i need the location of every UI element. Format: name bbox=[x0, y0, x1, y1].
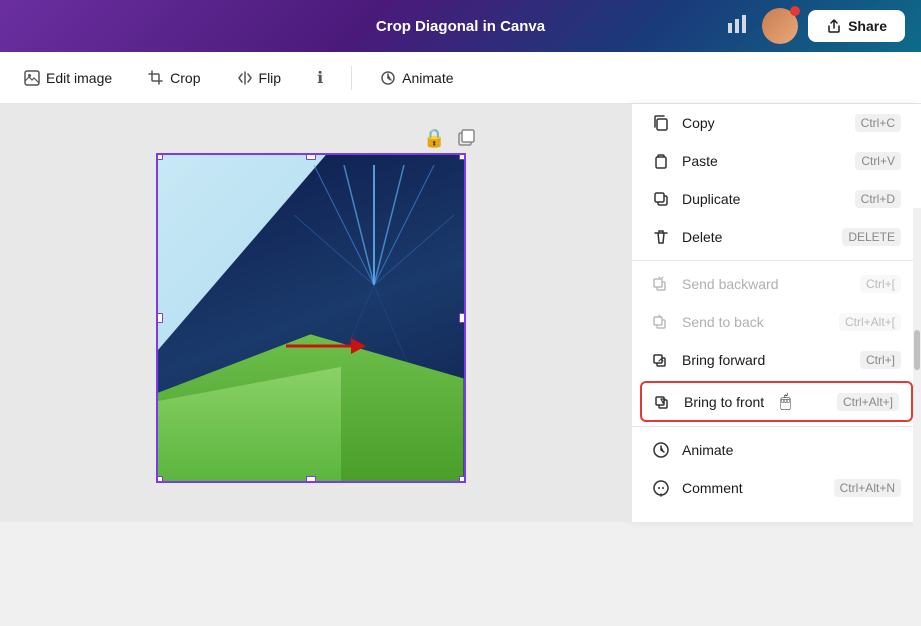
menu-item-bring-to-front-left: Bring to front 🖱 bbox=[654, 391, 791, 412]
menu-item-duplicate[interactable]: Duplicate Ctrl+D bbox=[632, 180, 921, 218]
cursor-hand: 🖱 bbox=[780, 391, 791, 412]
menu-item-send-to-back: Send to back Ctrl+Alt+[ bbox=[632, 303, 921, 341]
scrollbar-track bbox=[913, 208, 921, 626]
canvas-icons: 🔒 bbox=[423, 128, 475, 153]
menu-item-send-backward-shortcut: Ctrl+[ bbox=[860, 275, 901, 293]
handle-bl[interactable] bbox=[156, 476, 163, 483]
menu-item-copy-shortcut: Ctrl+C bbox=[855, 114, 901, 132]
menu-item-bring-forward-left: Bring forward bbox=[652, 351, 765, 369]
menu-item-bring-forward-shortcut: Ctrl+] bbox=[860, 351, 901, 369]
menu-item-animate-left: Animate bbox=[652, 441, 733, 459]
handle-tr[interactable] bbox=[459, 153, 466, 160]
menu-item-send-to-back-left: Send to back bbox=[652, 313, 764, 331]
toolbar-flip[interactable]: Flip bbox=[229, 64, 290, 92]
handle-mr[interactable] bbox=[459, 313, 466, 323]
handle-tm[interactable] bbox=[306, 153, 316, 160]
menu-item-send-backward: Send backward Ctrl+[ bbox=[632, 265, 921, 303]
bring-to-front-icon bbox=[654, 393, 672, 411]
delete-icon bbox=[652, 228, 670, 246]
crop-icon bbox=[148, 70, 164, 86]
menu-item-delete-left: Delete bbox=[652, 228, 722, 246]
context-menu: Copy Ctrl+C Paste Ctrl+V bbox=[631, 104, 921, 522]
share-button[interactable]: Share bbox=[808, 10, 905, 42]
animate-label: Animate bbox=[402, 70, 453, 86]
menu-item-bring-to-front[interactable]: Bring to front 🖱 Ctrl+Alt+] bbox=[642, 383, 911, 420]
menu-item-bring-to-front-label: Bring to front bbox=[684, 394, 764, 410]
flip-label: Flip bbox=[259, 70, 282, 86]
copy-layers-icon[interactable] bbox=[456, 128, 476, 153]
crop-label: Crop bbox=[170, 70, 200, 86]
menu-item-animate[interactable]: Animate bbox=[632, 431, 921, 469]
menu-divider-1 bbox=[632, 260, 921, 261]
menu-item-paste-label: Paste bbox=[682, 153, 718, 169]
menu-item-delete[interactable]: Delete DELETE bbox=[632, 218, 921, 256]
topbar-title: Crop Diagonal in Canva bbox=[376, 18, 545, 35]
comment-icon bbox=[652, 479, 670, 497]
topbar-right: Share bbox=[722, 8, 905, 44]
lock-icon[interactable]: 🔒 bbox=[423, 128, 445, 153]
share-label: Share bbox=[848, 18, 887, 34]
main-area: 🔒 bbox=[0, 104, 921, 522]
send-backward-icon bbox=[652, 275, 670, 293]
menu-item-bring-forward-label: Bring forward bbox=[682, 352, 765, 368]
menu-item-comment[interactable]: Comment Ctrl+Alt+N bbox=[632, 469, 921, 507]
analytics-icon[interactable] bbox=[722, 9, 752, 44]
menu-item-copy-label: Copy bbox=[682, 115, 715, 131]
handle-ml[interactable] bbox=[156, 313, 163, 323]
send-to-back-icon bbox=[652, 313, 670, 331]
avatar[interactable] bbox=[762, 8, 798, 44]
menu-item-comment-shortcut: Ctrl+Alt+N bbox=[834, 479, 901, 497]
animate-icon bbox=[380, 70, 396, 86]
menu-divider-2 bbox=[632, 426, 921, 427]
paste-icon bbox=[652, 152, 670, 170]
topbar: Crop Diagonal in Canva Share bbox=[0, 0, 921, 52]
canvas-container: 🔒 bbox=[156, 153, 476, 493]
menu-item-paste-left: Paste bbox=[652, 152, 718, 170]
animate-menu-icon bbox=[652, 441, 670, 459]
menu-item-bring-forward[interactable]: Bring forward Ctrl+] bbox=[632, 341, 921, 379]
menu-item-animate-label: Animate bbox=[682, 442, 733, 458]
avatar-notification-dot bbox=[790, 6, 800, 16]
menu-item-comment-label: Comment bbox=[682, 480, 743, 496]
menu-item-send-to-back-label: Send to back bbox=[682, 314, 764, 330]
toolbar-info[interactable]: ℹ bbox=[309, 62, 331, 94]
handle-tl[interactable] bbox=[156, 153, 163, 160]
menu-item-delete-label: Delete bbox=[682, 229, 722, 245]
flip-icon bbox=[237, 70, 253, 86]
menu-item-send-backward-label: Send backward bbox=[682, 276, 779, 292]
menu-item-duplicate-shortcut: Ctrl+D bbox=[855, 190, 901, 208]
duplicate-icon bbox=[652, 190, 670, 208]
handle-br[interactable] bbox=[459, 476, 466, 483]
menu-item-delete-shortcut: DELETE bbox=[842, 228, 901, 246]
info-icon: ℹ bbox=[317, 68, 323, 88]
edit-image-icon bbox=[24, 70, 40, 86]
toolbar-edit-image[interactable]: Edit image bbox=[16, 64, 120, 92]
menu-item-paste-shortcut: Ctrl+V bbox=[855, 152, 901, 170]
image-canvas[interactable] bbox=[156, 153, 466, 483]
canvas-area[interactable]: 🔒 bbox=[0, 104, 631, 522]
menu-item-bring-to-front-container: Bring to front 🖱 Ctrl+Alt+] bbox=[640, 381, 913, 422]
toolbar: Edit image Crop Flip ℹ Animate bbox=[0, 52, 921, 104]
toolbar-divider bbox=[351, 66, 352, 90]
arrow-indicator bbox=[286, 334, 366, 363]
menu-item-paste[interactable]: Paste Ctrl+V bbox=[632, 142, 921, 180]
menu-item-copy[interactable]: Copy Ctrl+C bbox=[632, 104, 921, 142]
edit-image-label: Edit image bbox=[46, 70, 112, 86]
menu-item-copy-left: Copy bbox=[652, 114, 715, 132]
bring-forward-icon bbox=[652, 351, 670, 369]
menu-item-bring-to-front-shortcut: Ctrl+Alt+] bbox=[837, 393, 899, 411]
scrollbar-thumb[interactable] bbox=[914, 330, 920, 370]
menu-item-send-backward-left: Send backward bbox=[652, 275, 779, 293]
toolbar-crop[interactable]: Crop bbox=[140, 64, 208, 92]
menu-item-send-to-back-shortcut: Ctrl+Alt+[ bbox=[839, 313, 901, 331]
copy-icon bbox=[652, 114, 670, 132]
menu-item-comment-left: Comment bbox=[652, 479, 743, 497]
menu-item-duplicate-left: Duplicate bbox=[652, 190, 740, 208]
handle-bm[interactable] bbox=[306, 476, 316, 483]
share-icon bbox=[826, 18, 842, 34]
toolbar-animate[interactable]: Animate bbox=[372, 64, 461, 92]
menu-item-duplicate-label: Duplicate bbox=[682, 191, 740, 207]
